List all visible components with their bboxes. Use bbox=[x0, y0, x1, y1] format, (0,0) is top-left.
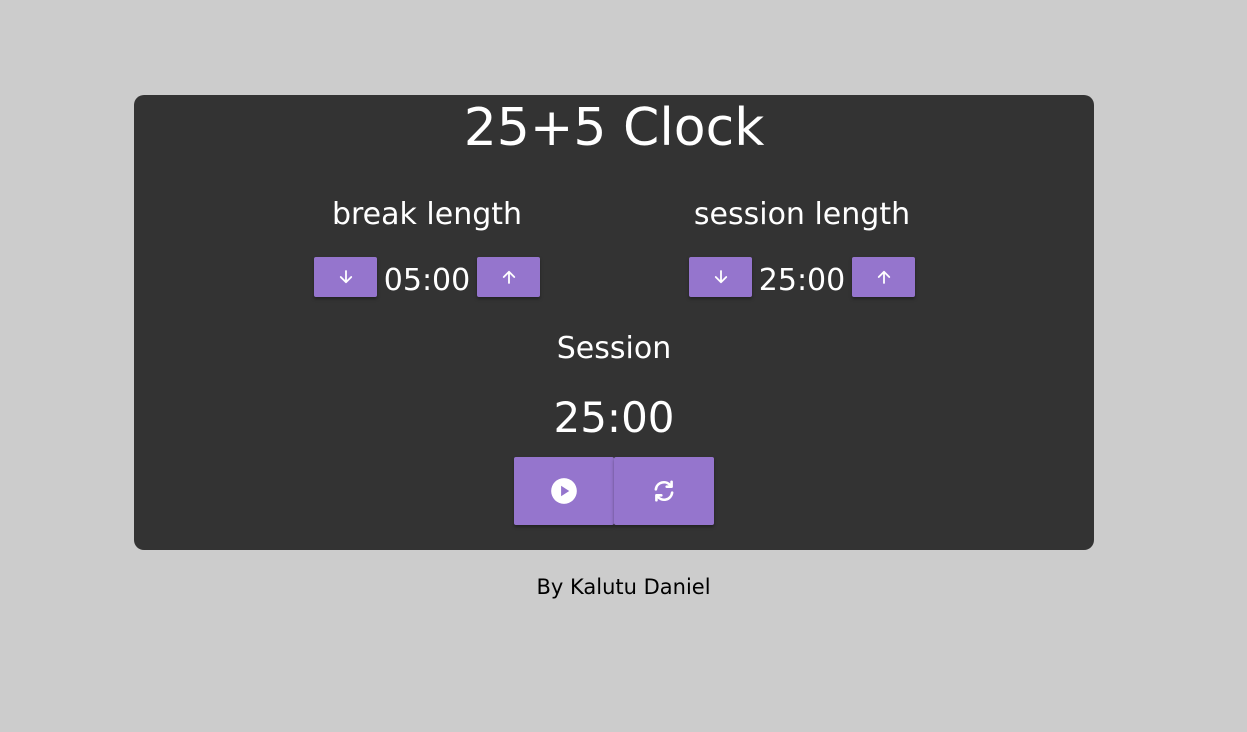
session-length-label: session length bbox=[693, 197, 911, 232]
arrow-up-icon bbox=[502, 270, 515, 284]
break-decrement-button[interactable] bbox=[314, 257, 377, 297]
play-circle-icon bbox=[551, 478, 577, 504]
break-length-control: break length 05:00 bbox=[277, 195, 577, 298]
session-length-value: 25:00 bbox=[758, 263, 846, 298]
start-stop-button[interactable] bbox=[514, 457, 614, 525]
session-length-row: 25:00 bbox=[689, 257, 915, 298]
reset-button[interactable] bbox=[614, 457, 714, 525]
session-decrement-button[interactable] bbox=[689, 257, 752, 297]
arrow-down-icon bbox=[339, 270, 352, 284]
session-length-control: session length 25:00 bbox=[652, 195, 952, 298]
session-increment-button[interactable] bbox=[852, 257, 915, 297]
app-title: 25+5 Clock bbox=[463, 98, 765, 158]
break-length-label: break length bbox=[331, 197, 523, 232]
break-length-value: 05:00 bbox=[383, 263, 471, 298]
clock-card: 25+5 Clock break length 05:00 session le… bbox=[134, 95, 1094, 550]
arrow-down-icon bbox=[714, 270, 727, 284]
arrow-up-icon bbox=[877, 270, 890, 284]
break-length-row: 05:00 bbox=[314, 257, 540, 298]
timer-label: Session bbox=[556, 331, 672, 366]
time-left-display: 25:00 bbox=[553, 393, 675, 442]
break-increment-button[interactable] bbox=[477, 257, 540, 297]
refresh-icon bbox=[654, 480, 674, 502]
footer-credit: By Kalutu Daniel bbox=[536, 575, 711, 599]
